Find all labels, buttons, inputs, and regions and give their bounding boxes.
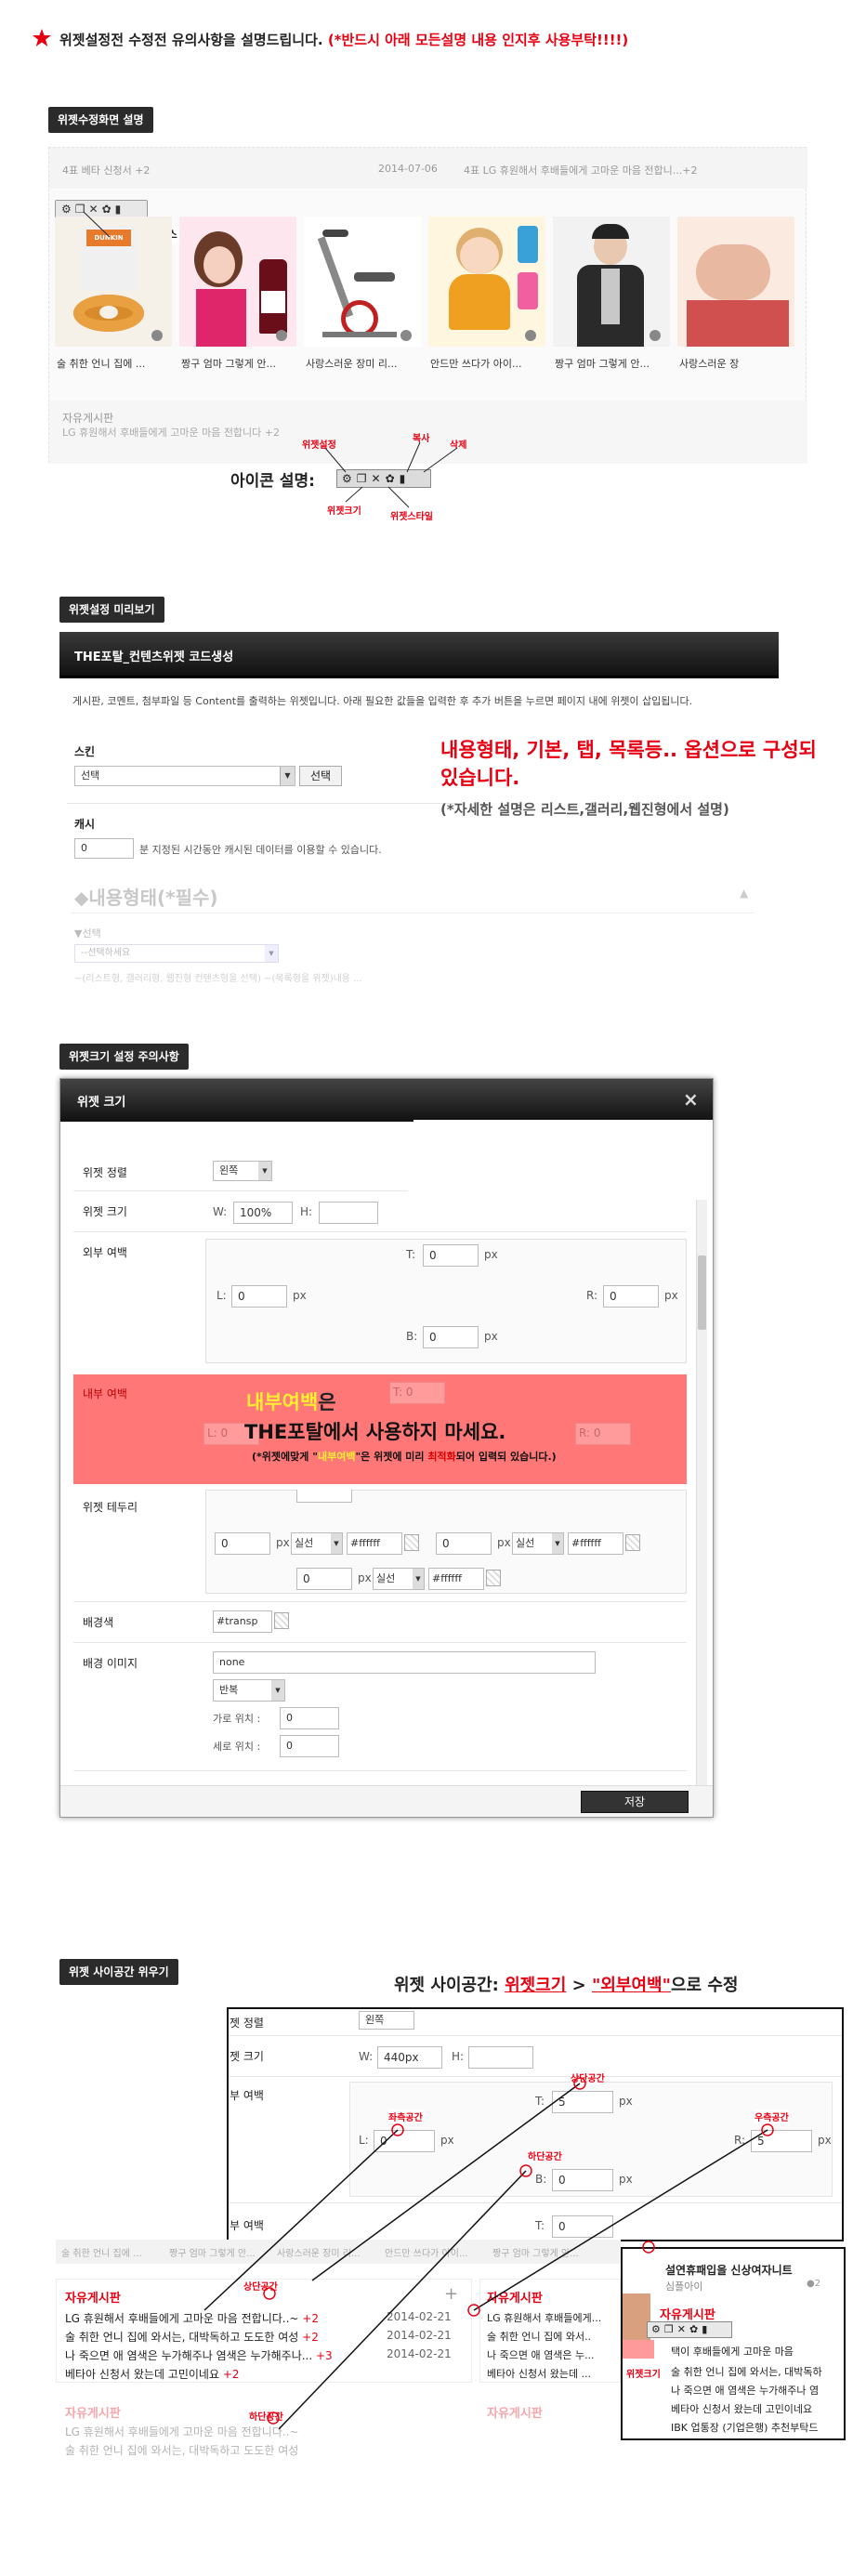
px-unit: px: [293, 1289, 307, 1302]
align-select[interactable]: 왼쪽 ▼: [213, 1161, 272, 1181]
modal-title: 위젯 크기: [77, 1096, 126, 1110]
outer-left-input[interactable]: 0: [231, 1285, 287, 1308]
faded-hint: ~(리스트형, 갤러리형, 웹진형 컨텐츠형을 선택) ~(목록형을 위젯)내용…: [74, 974, 362, 984]
px-unit: px: [664, 1289, 678, 1302]
border-label: 위젯 테두리: [83, 1501, 138, 1514]
section3-header: 위젯크기 설정 주의사항: [59, 1044, 189, 1070]
chevron-down-icon: ▼: [271, 1680, 284, 1701]
preview-title: THE포탈_컨텐츠위젯 코드생성: [74, 651, 234, 664]
cache-input[interactable]: 0: [74, 838, 134, 859]
bg-color-input[interactable]: #transp: [213, 1610, 272, 1633]
content-type-select[interactable]: --선택하세요 ▼: [74, 944, 279, 963]
bg-color-label: 배경색: [83, 1616, 114, 1629]
border-right-color[interactable]: #ffffff: [568, 1532, 623, 1555]
t-label: T:: [406, 1248, 416, 1261]
section4-header: 위젯 사이공간 위우기: [59, 1959, 178, 1985]
outer-margin-label: 외부 여백: [83, 1246, 127, 1259]
border-bottom-style[interactable]: 실선 ▼: [373, 1568, 425, 1590]
preview-desc: 게시판, 코멘트, 첨부파일 등 Content를 출력하는 위젯입니다. 아래…: [72, 695, 693, 707]
border-left-style[interactable]: 실선 ▼: [291, 1532, 343, 1555]
inner-margin-label: 내부 여백: [83, 1387, 127, 1400]
r-label: R:: [586, 1289, 598, 1302]
preview-title-bar: THE포탈_컨텐츠위젯 코드생성: [59, 632, 779, 678]
border-right-width[interactable]: 0: [436, 1532, 492, 1555]
select-label: ▼선택: [74, 927, 101, 940]
b-label: B:: [406, 1330, 418, 1343]
px-unit: px: [484, 1248, 498, 1261]
border-top-width[interactable]: [296, 1490, 352, 1503]
inner-note-line1: 내부여백은: [246, 1391, 336, 1413]
border-left-color[interactable]: #ffffff: [347, 1532, 402, 1555]
border-bottom-width[interactable]: 0: [296, 1568, 352, 1590]
vpos-input[interactable]: 0: [280, 1735, 339, 1757]
px-unit: px: [358, 1571, 372, 1584]
bg-image-input[interactable]: none: [213, 1651, 596, 1674]
cache-label: 캐시: [74, 818, 96, 831]
callout-sub: (*자세한 설명은 리스트,갤러리,웹진형에서 설명): [440, 801, 729, 818]
inner-note-line2: THE포탈에서 사용하지 마세요.: [244, 1421, 506, 1443]
height-input[interactable]: [319, 1202, 378, 1224]
content-type-title: ◆내용형태(*필수): [74, 887, 218, 909]
border-right-style[interactable]: 실선 ▼: [512, 1532, 564, 1555]
border-left-width[interactable]: 0: [215, 1532, 270, 1555]
border-bottom-color[interactable]: #ffffff: [428, 1568, 484, 1590]
modal-titlebar: 위젯 크기 ×: [60, 1079, 713, 1122]
skin-select-button[interactable]: 선택: [299, 766, 342, 786]
chevron-down-icon: ▼: [258, 1162, 271, 1180]
modal-scrollbar[interactable]: [696, 1200, 707, 1794]
modal-scroll-area: 위젯 정렬 왼쪽 ▼ 위젯 크기 W: 100% H: 외부 여백 T: 0 px…: [73, 1153, 687, 1804]
outer-right-input[interactable]: 0: [603, 1285, 659, 1308]
skin-select[interactable]: 선택 ▼: [74, 766, 295, 786]
icon-legend-arrows: [83, 211, 458, 508]
align-label: 위젯 정렬: [83, 1166, 127, 1179]
inner-margin-warning: 내부 여백 T: 0 L: 0 R: 0 내부여백은 THE포탈에서 사용하지 …: [73, 1374, 687, 1484]
collapse-icon[interactable]: ▲: [740, 887, 748, 900]
spacing-title: 위젯 사이공간: 위젯크기 > "외부여백"으로 수정: [394, 1976, 739, 1995]
color-picker-icon[interactable]: [486, 1570, 501, 1586]
cache-desc: 분 지정된 시간동안 캐시된 데이터를 이용할 수 있습니다.: [139, 844, 382, 856]
hpos-label: 가로 위치 :: [213, 1713, 261, 1725]
skin-label: 스킨: [74, 745, 96, 758]
l-label: L:: [217, 1289, 227, 1302]
chevron-down-icon: ▼: [265, 945, 278, 962]
outer-bottom-input[interactable]: 0: [423, 1326, 479, 1348]
color-picker-icon[interactable]: [404, 1534, 419, 1551]
outer-top-input[interactable]: 0: [423, 1244, 479, 1267]
width-input[interactable]: 100%: [233, 1202, 293, 1224]
callout-main: 내용형태, 기본, 탭, 목록등.. 옵션으로 구성되 있습니다.: [440, 739, 817, 789]
color-picker-icon[interactable]: [625, 1534, 640, 1551]
px-unit: px: [276, 1536, 290, 1549]
h-label: H:: [300, 1205, 313, 1218]
save-button[interactable]: 저장: [581, 1791, 689, 1813]
chevron-down-icon: ▼: [280, 767, 295, 785]
bg-image-label: 배경 이미지: [83, 1657, 138, 1670]
w-label: W:: [213, 1205, 228, 1218]
color-picker-icon[interactable]: [274, 1612, 289, 1629]
px-unit: px: [484, 1330, 498, 1343]
hpos-input[interactable]: 0: [280, 1707, 339, 1729]
repeat-select[interactable]: 반복 ▼: [213, 1679, 285, 1702]
section2-header: 위젯설정 미리보기: [59, 597, 164, 623]
board-row: 술 취한 언니 집에 와서는, 대박독하고 도도한 여성: [65, 2444, 299, 2457]
px-unit: px: [497, 1536, 511, 1549]
size-label: 위젯 크기: [83, 1205, 127, 1218]
close-icon[interactable]: ×: [683, 1088, 699, 1111]
connector-lines: [203, 2077, 774, 2430]
inner-note-small: (*위젯에맞게 "내부여백"은 위젯에 미리 최적화되어 입력되 있습니다.): [252, 1451, 557, 1463]
widget-size-modal: 위젯 크기 × 위젯 정렬 왼쪽 ▼ 위젯 크기 W: 100% H: 외부 여백…: [59, 1078, 714, 1818]
vpos-label: 세로 위치 :: [213, 1741, 261, 1753]
